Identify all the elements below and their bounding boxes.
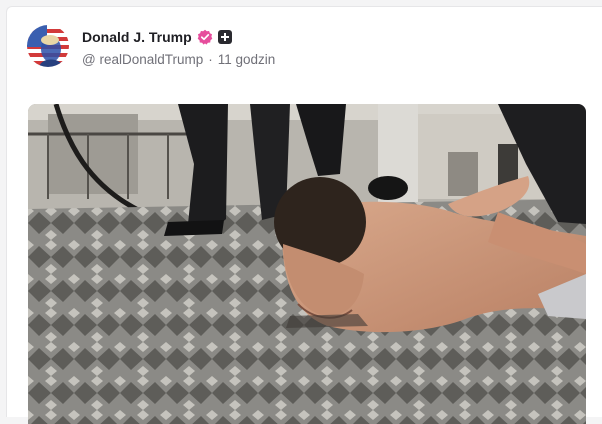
post-timestamp[interactable]: 11 godzin bbox=[218, 52, 276, 67]
post-card: Donald J. Trump @ realDonaldTrump · 11 g… bbox=[6, 6, 602, 424]
plus-badge-icon bbox=[217, 30, 232, 44]
author-handle[interactable]: @ realDonaldTrump bbox=[82, 52, 203, 67]
avatar-image bbox=[27, 25, 69, 67]
author-meta-row: @ realDonaldTrump · 11 godzin bbox=[82, 52, 275, 67]
author-name-row: Donald J. Trump bbox=[82, 27, 232, 47]
author-avatar[interactable] bbox=[27, 25, 69, 67]
author-display-name[interactable]: Donald J. Trump bbox=[82, 29, 192, 45]
meta-separator: · bbox=[208, 52, 213, 67]
attached-photo bbox=[28, 104, 586, 424]
verified-badge-icon bbox=[197, 29, 213, 45]
post-photo[interactable] bbox=[28, 104, 586, 424]
